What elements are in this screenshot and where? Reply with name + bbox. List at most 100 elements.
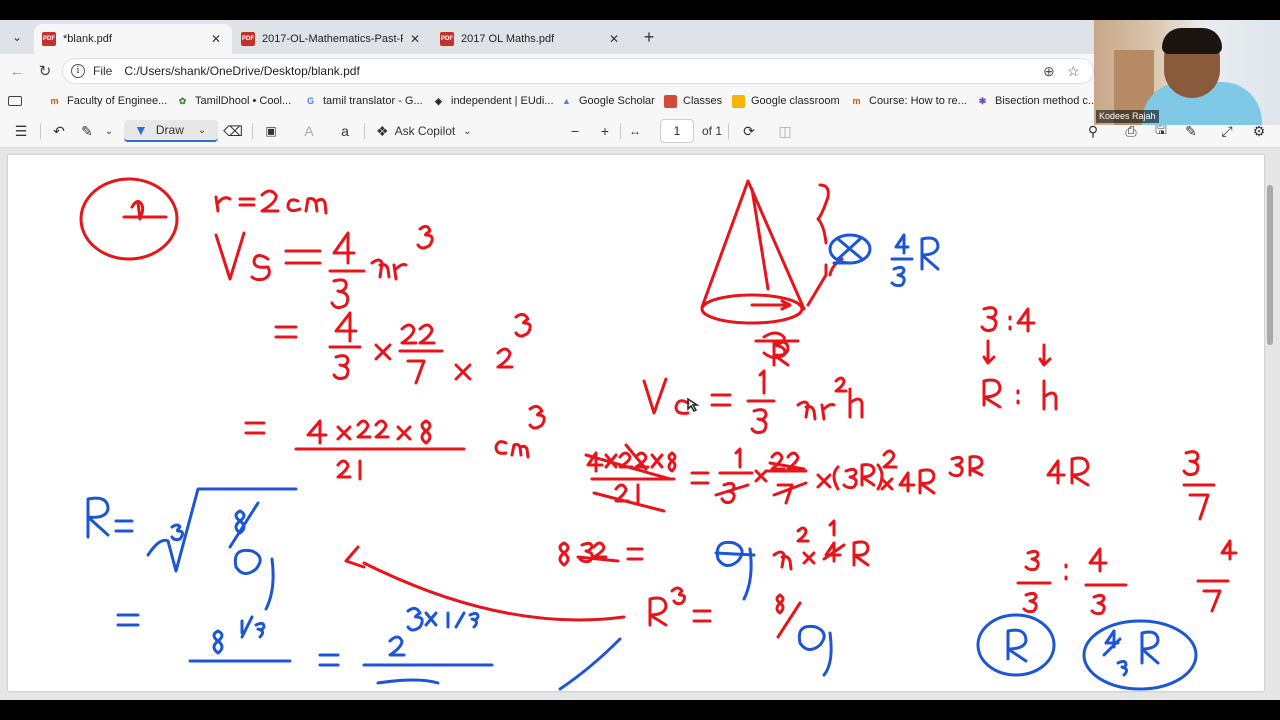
copilot-label: Ask Copilot xyxy=(394,124,456,138)
classroom-icon xyxy=(732,94,745,108)
tab-past-paper[interactable]: PDF 2017-OL-Mathematics-Past-Paper ✕ xyxy=(233,24,431,54)
copilot-icon: ❖ xyxy=(376,122,389,139)
bookmark-course[interactable]: m Course: How to re... xyxy=(850,92,967,110)
classes-icon xyxy=(664,94,677,108)
bookmark-google-classroom[interactable]: Google classroom xyxy=(732,92,840,110)
bookmark-classes[interactable]: Classes xyxy=(664,92,722,110)
rotate-icon[interactable]: ⟳ xyxy=(738,120,760,142)
bookmark-label: TamilDhool • Cool... xyxy=(195,95,292,107)
bookmark-label: Google classroom xyxy=(751,95,840,107)
pdf-file-icon: PDF xyxy=(440,32,454,46)
page-view-icon: ◫ xyxy=(778,122,792,139)
address-bar-row: ← ↻ i File C:/Users/shank/OneDrive/Deskt… xyxy=(0,54,1280,88)
tab-blank-pdf[interactable]: PDF *blank.pdf ✕ xyxy=(34,24,232,54)
handwritten-annotations xyxy=(79,177,1238,691)
bookmark-independent[interactable]: ◈ independent | EUdi... xyxy=(432,92,554,110)
new-tab-button[interactable]: + xyxy=(638,26,660,48)
bookmark-label: Faculty of Enginee... xyxy=(67,95,168,107)
ink-ratio-terms xyxy=(948,450,1216,521)
pdf-file-icon: PDF xyxy=(42,32,56,46)
address-input[interactable]: i File C:/Users/shank/OneDrive/Desktop/b… xyxy=(62,58,1094,84)
tab-label: 2017-OL-Mathematics-Past-Paper xyxy=(262,33,403,45)
vertical-scrollbar[interactable] xyxy=(1266,155,1274,695)
back-arrow-icon[interactable]: ← xyxy=(6,60,28,82)
bookmark-tamildhool[interactable]: ✿ TamilDhool • Cool... xyxy=(176,92,291,110)
bookmark-tamil-translator[interactable]: Gtamil translator - G... xyxy=(304,92,423,110)
ink-sphere-circle xyxy=(79,177,179,261)
draw-button[interactable]: ▼ Draw ⌄ xyxy=(124,120,218,142)
ask-copilot-button[interactable]: ❖ Ask Copilot ⌄ xyxy=(376,120,472,142)
ink-equate-volumes xyxy=(584,443,936,513)
ink-nine-circled xyxy=(714,540,756,601)
bookmark-label: tamil translator - G... xyxy=(323,95,423,107)
highlight-options-chevron-icon[interactable]: ⌄ xyxy=(98,120,120,142)
ink-ratio-mapping xyxy=(980,306,1058,411)
university-icon: m xyxy=(852,96,861,106)
close-tab-icon[interactable]: ✕ xyxy=(606,32,622,46)
zoom-in-icon[interactable]: + xyxy=(594,120,616,142)
favorite-star-icon[interactable]: ☆ xyxy=(1067,63,1080,80)
read-aloud-icon[interactable]: a xyxy=(334,120,356,142)
ink-nine-denominator xyxy=(797,624,833,677)
ink-cone-volume-formula xyxy=(642,369,864,435)
fit-to-width-icon[interactable]: ↔ xyxy=(624,120,646,142)
bookmark-label: Classes xyxy=(683,95,723,107)
contents-list-icon[interactable]: ☰ xyxy=(10,120,32,142)
bookmark-faculty[interactable]: m Faculty of Enginee... xyxy=(48,92,167,110)
eraser-icon[interactable]: ⌫ xyxy=(222,120,244,142)
info-icon[interactable]: i xyxy=(71,64,85,78)
close-tab-icon[interactable]: ✕ xyxy=(208,32,224,46)
tab-label: *blank.pdf xyxy=(63,33,112,45)
chevron-down-icon[interactable]: ⌄ xyxy=(463,126,471,137)
bookmark-label: independent | EUdi... xyxy=(451,95,554,107)
ink-height-four-thirds-r xyxy=(828,233,940,288)
tamildhool-icon: ✿ xyxy=(178,95,187,106)
browser-window: ⌄ PDF *blank.pdf ✕ PDF 2017-OL-Mathemati… xyxy=(0,20,1280,700)
text-format-icon: A xyxy=(304,123,314,139)
ink-solve-r-cubed xyxy=(558,519,870,571)
vertical-scroll-thumb[interactable] xyxy=(1267,185,1273,345)
ink-circled-r-terms xyxy=(976,613,1198,691)
independent-icon: ◈ xyxy=(435,95,442,106)
chevron-down-icon[interactable]: ⌄ xyxy=(198,125,206,136)
url-path: C:/Users/shank/OneDrive/Desktop/blank.pd… xyxy=(124,64,360,78)
ink-substitution-step xyxy=(274,311,532,385)
bookmark-label: Google Scholar xyxy=(579,95,655,107)
google-icon: G xyxy=(306,96,314,106)
pdf-viewer[interactable] xyxy=(0,148,1280,700)
refresh-icon[interactable]: ↻ xyxy=(34,60,56,82)
tab-ol-maths[interactable]: PDF 2017 OL Maths.pdf ✕ xyxy=(432,24,630,54)
tab-actions-menu-icon[interactable]: ⌄ xyxy=(6,26,28,48)
text-box-icon[interactable]: ▣ xyxy=(260,120,282,142)
bookmark-bisection[interactable]: ✱ Bisection method c... xyxy=(976,92,1097,110)
bookmarks-sidebar-icon[interactable] xyxy=(8,92,28,110)
university-icon: m xyxy=(50,96,59,106)
draw-label: Draw xyxy=(155,123,184,137)
pdf-page-canvas[interactable] xyxy=(8,155,1264,691)
ink-simplified-volume xyxy=(244,404,546,481)
page-total: of 1 xyxy=(702,124,723,138)
pdf-file-icon: PDF xyxy=(241,32,255,46)
webcam-video-overlay: Kodees Rajah xyxy=(1094,20,1280,125)
ink-ratio-fractions xyxy=(1016,539,1238,616)
pen-icon: ▼ xyxy=(134,122,148,138)
scholar-icon: ▲ xyxy=(562,96,571,106)
bookmark-label: Course: How to re... xyxy=(869,95,967,107)
bookmark-google-scholar[interactable]: ▲ Google Scholar xyxy=(560,92,655,110)
ink-cone-diagram xyxy=(700,179,844,367)
bookmark-label: Bisection method c... xyxy=(995,95,1098,107)
ink-r-cubed-equals xyxy=(648,586,802,639)
zoom-out-icon[interactable]: − xyxy=(564,120,586,142)
ink-sphere-volume-formula xyxy=(214,224,434,310)
undo-icon[interactable]: ↶ xyxy=(48,120,70,142)
participant-name-label: Kodees Rajah xyxy=(1096,110,1159,123)
page-current: 1 xyxy=(673,124,681,138)
mouse-cursor-icon xyxy=(687,397,700,412)
bisection-icon: ✱ xyxy=(978,95,987,106)
pdf-toolbar: ☰ ↶ ✎ ⌄ ▼ Draw ⌄ ⌫ ▣ A a ❖ Ask Copilot ⌄… xyxy=(0,114,1280,148)
page-number-input[interactable]: 1 xyxy=(660,119,694,143)
zoom-icon[interactable]: ⊕ xyxy=(1043,63,1055,80)
highlight-icon[interactable]: ✎ xyxy=(76,120,98,142)
close-tab-icon[interactable]: ✕ xyxy=(407,32,423,46)
ink-radius-cube-root xyxy=(86,487,622,691)
